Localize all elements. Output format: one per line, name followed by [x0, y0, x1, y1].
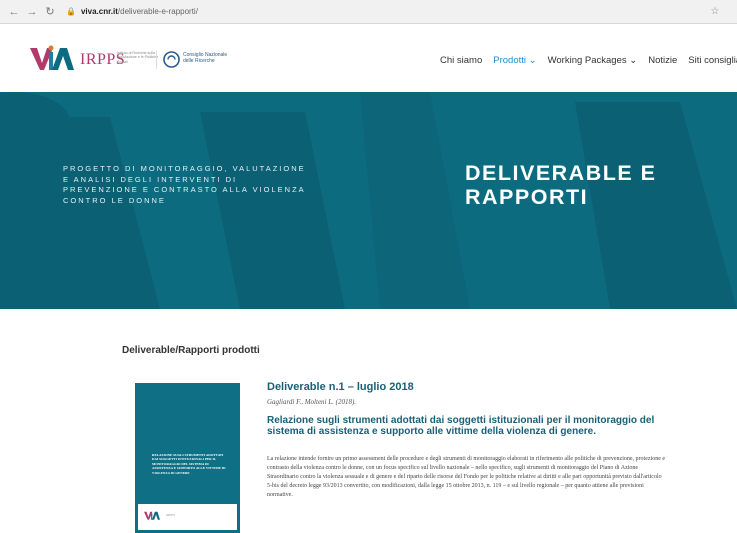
- cover-footer: IRPPS: [138, 504, 237, 530]
- menu-item-notizie[interactable]: Notizie: [648, 55, 677, 66]
- cover-title: Relazione sugli strumenti adottati dai s…: [152, 453, 226, 475]
- cnr-name: Consiglio Nazionale delle Ricerche: [183, 52, 227, 64]
- deliverable-title[interactable]: Deliverable n.1 – luglio 2018: [267, 381, 414, 393]
- reload-icon[interactable]: ↻: [44, 4, 56, 20]
- section-title: Deliverable/Rapporti prodotti: [122, 345, 260, 356]
- url-host: viva.cnr.it: [80, 7, 118, 16]
- authors: Gagliardi F., Molteni L. (2018).: [267, 398, 357, 406]
- report-title[interactable]: Relazione sugli strumenti adottati dai s…: [267, 415, 667, 437]
- viva-logo[interactable]: [30, 44, 74, 70]
- menu-item-siti-consigliati[interactable]: Siti consigliati: [688, 55, 737, 66]
- address-bar[interactable]: 🔒 viva.cnr.it/deliverable-e-rapporti/: [66, 3, 705, 21]
- browser-toolbar: ← → ↻ 🔒 viva.cnr.it/deliverable-e-rappor…: [0, 0, 737, 24]
- menu-item-prodotti[interactable]: Prodotti ⌄: [493, 55, 536, 66]
- logo-divider: [156, 51, 157, 69]
- back-icon[interactable]: ←: [8, 4, 20, 20]
- cnr-name-line2: delle Ricerche: [183, 58, 215, 64]
- irpps-description: Istituto di Ricerche sulla Popolazione e…: [117, 51, 159, 64]
- main-menu: Chi siamo Prodotti ⌄ Working Packages ⌄ …: [440, 55, 737, 66]
- hero-subtitle: PROGETTO DI MONITORAGGIO, VALUTAZIONE E …: [63, 164, 306, 205]
- url-path: /deliverable-e-rapporti/: [117, 7, 198, 16]
- cover-partner-logos: IRPPS: [166, 513, 175, 517]
- report-abstract: La relazione intende fornire un primo as…: [267, 456, 666, 498]
- cover-viva-logo: [144, 511, 160, 520]
- cover-irpps-mark: IRPPS: [166, 513, 176, 517]
- hero-banner: PROGETTO DI MONITORAGGIO, VALUTAZIONE E …: [0, 92, 737, 309]
- forward-icon[interactable]: →: [26, 4, 38, 20]
- cnr-logo-icon[interactable]: [163, 51, 180, 68]
- hero-title: DELIVERABLE E RAPPORTI: [465, 161, 657, 209]
- menu-item-chi-siamo[interactable]: Chi siamo: [440, 55, 482, 66]
- site-header: IRPPS Istituto di Ricerche sulla Popolaz…: [0, 24, 737, 92]
- report-cover[interactable]: Relazione sugli strumenti adottati dai s…: [135, 383, 240, 533]
- star-icon[interactable]: ☆: [705, 6, 725, 17]
- lock-icon: 🔒: [66, 7, 76, 16]
- menu-item-working-packages[interactable]: Working Packages ⌄: [548, 55, 638, 66]
